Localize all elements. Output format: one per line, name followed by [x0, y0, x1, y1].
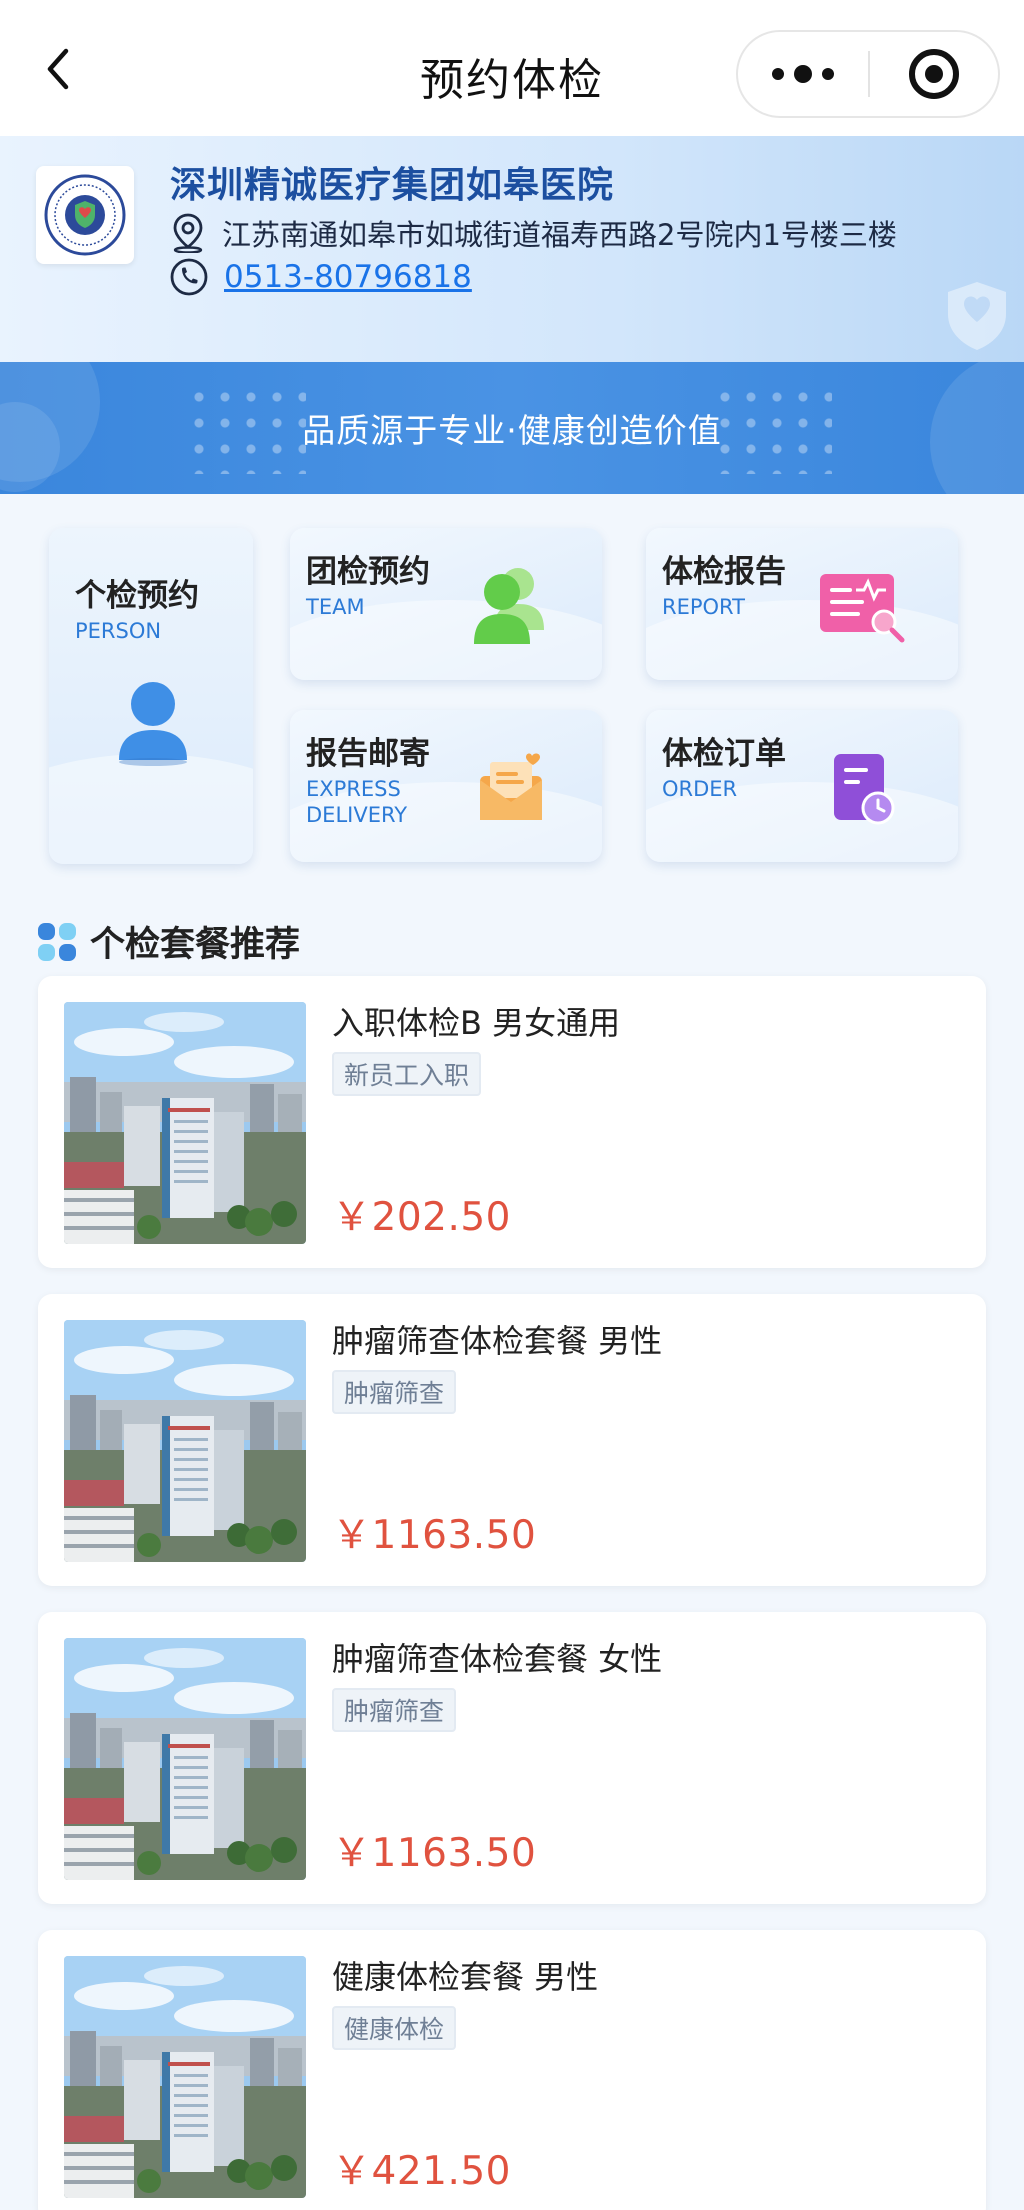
shield-watermark-icon	[948, 282, 1006, 350]
person-icon	[119, 682, 187, 766]
hospital-emblem-icon	[44, 174, 126, 256]
service-title: 团检预约	[306, 554, 430, 590]
service-subtitle: REPORT	[662, 595, 745, 619]
hospital-name: 深圳精诚医疗集团如皋医院	[170, 165, 615, 206]
package-image	[64, 1956, 306, 2198]
hospital-phone-link[interactable]: 0513-80796818	[224, 259, 472, 295]
package-tag: 肿瘤筛查	[332, 1370, 457, 1414]
package-price: ￥202.50	[332, 1195, 511, 1240]
service-subtitle: ORDER	[662, 777, 738, 801]
grid-blocks-icon	[38, 922, 76, 961]
hospital-address: 江苏南通如皋市如城街道福寿西路2号院内1号楼三楼	[222, 218, 897, 252]
package-card[interactable]: 肿瘤筛查体检套餐 男性 肿瘤筛查 ￥1163.50	[38, 1294, 986, 1586]
package-image	[64, 1320, 306, 1562]
section-title: 个检套餐推荐	[90, 925, 301, 965]
team-icon	[474, 568, 544, 644]
hospital-logo	[36, 166, 134, 264]
service-subtitle: TEAM	[306, 595, 365, 619]
slogan-banner: 品质源于专业·健康创造价值	[0, 362, 1024, 494]
service-title: 个检预约	[75, 578, 199, 614]
service-report[interactable]: 体检报告 REPORT	[646, 528, 958, 680]
address-row: 江苏南通如皋市如城街道福寿西路2号院内1号楼三楼	[170, 212, 897, 254]
package-card[interactable]: 入职体检B 男女通用 新员工入职 ￥202.50	[38, 976, 986, 1268]
close-miniprogram-button[interactable]	[870, 32, 998, 116]
phone-icon	[170, 258, 208, 296]
nav-bar: 预约体检	[0, 0, 1024, 136]
package-name: 肿瘤筛查体检套餐 男性	[332, 1322, 663, 1360]
location-pin-icon	[173, 213, 203, 253]
service-subtitle: EXPRESS DELIVERY	[306, 777, 408, 827]
more-button[interactable]	[738, 32, 868, 116]
package-card[interactable]: 健康体检套餐 男性 健康体检 ￥421.50	[38, 1930, 986, 2210]
report-icon	[820, 574, 905, 643]
package-tag: 新员工入职	[332, 1052, 482, 1096]
service-title: 体检订单	[662, 736, 786, 772]
service-personal-booking[interactable]: 个检预约 PERSON	[49, 528, 253, 864]
mini-program-capsule	[736, 30, 1000, 118]
banner-slogan: 品质源于专业·健康创造价值	[302, 411, 722, 450]
package-image	[64, 1002, 306, 1244]
package-name: 肿瘤筛查体检套餐 女性	[332, 1640, 663, 1678]
package-name: 健康体检套餐 男性	[332, 1958, 599, 1996]
service-title: 体检报告	[662, 554, 786, 590]
package-tag: 肿瘤筛查	[332, 1688, 457, 1732]
order-icon	[834, 754, 895, 825]
hospital-header: 深圳精诚医疗集团如皋医院 江苏南通如皋市如城街道福寿西路2号院内1号楼三楼 05…	[0, 136, 1024, 362]
package-image	[64, 1638, 306, 1880]
package-card[interactable]: 肿瘤筛查体检套餐 女性 肿瘤筛查 ￥1163.50	[38, 1612, 986, 1904]
package-name: 入职体检B 男女通用	[332, 1004, 621, 1042]
service-report-delivery[interactable]: 报告邮寄 EXPRESS DELIVERY	[290, 710, 602, 862]
service-order[interactable]: 体检订单 ORDER	[646, 710, 958, 862]
service-subtitle: PERSON	[75, 619, 162, 643]
service-team-booking[interactable]: 团检预约 TEAM	[290, 528, 602, 680]
section-header-recommend: 个检套餐推荐	[36, 916, 300, 967]
service-title: 报告邮寄	[306, 736, 430, 772]
package-price: ￥1163.50	[332, 1513, 537, 1558]
more-dots-icon	[772, 68, 784, 80]
phone-row: 0513-80796818	[170, 258, 472, 296]
package-tag: 健康体检	[332, 2006, 457, 2050]
package-price: ￥1163.50	[332, 1831, 537, 1876]
package-price: ￥421.50	[332, 2149, 511, 2194]
mail-icon	[480, 753, 542, 820]
target-icon	[909, 49, 959, 99]
